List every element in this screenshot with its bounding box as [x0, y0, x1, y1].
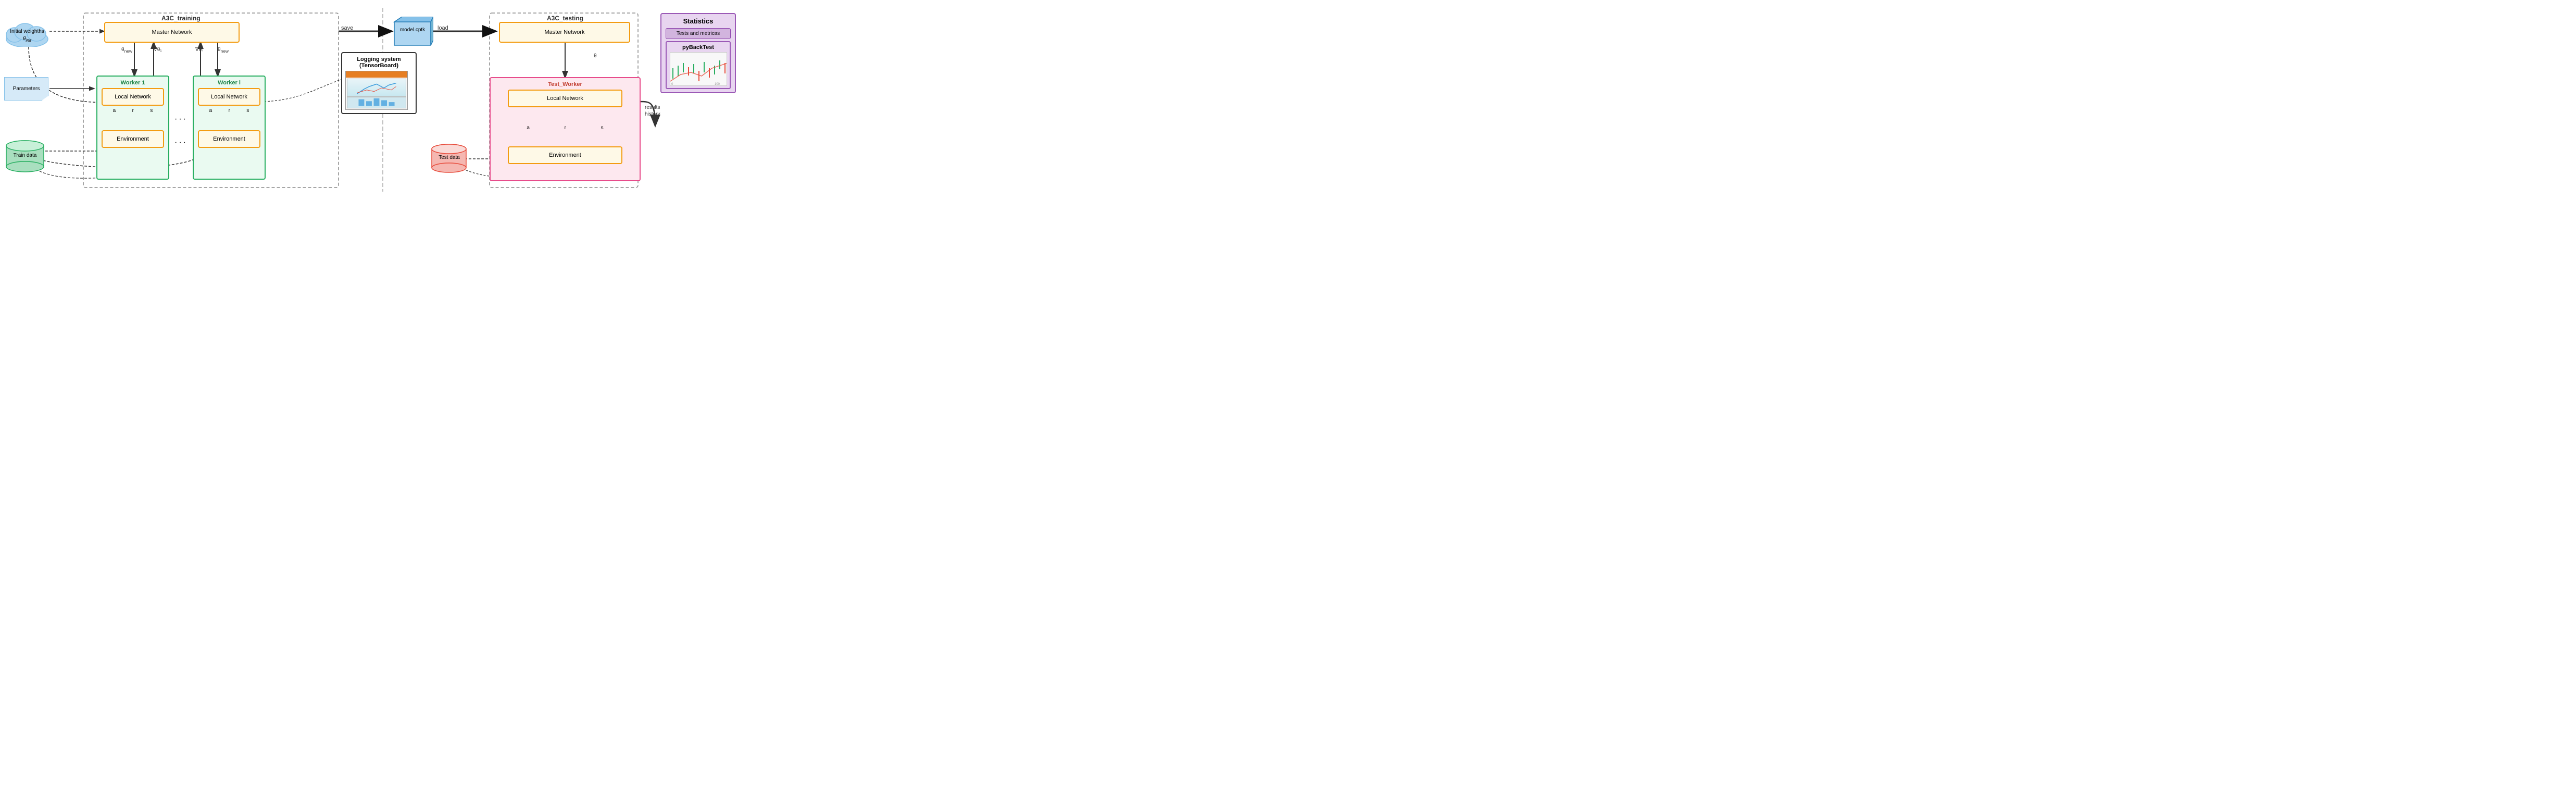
initial-weights-label: Initial weighths — [4, 29, 50, 34]
test-worker-label: Test_Worker — [494, 81, 636, 87]
ars-labels-test: a r s — [509, 125, 621, 131]
train-data-label: Train data — [4, 153, 46, 158]
model-cptk-label: model.cptk — [392, 27, 433, 33]
dots-2: ··· — [174, 138, 187, 147]
worker1-label: Worker 1 — [101, 80, 165, 86]
local-network-test: Local Network — [508, 90, 622, 107]
grad-theta1-label: ∇θ₁ — [154, 47, 162, 53]
s-label-i: s — [246, 108, 249, 114]
a-label-test: a — [527, 125, 530, 131]
environment-i: Environment — [198, 130, 260, 148]
a-label-1: a — [113, 108, 116, 114]
theta-label-right: θ — [594, 53, 597, 59]
worker-i-box: Worker i Local Network a r s Environment — [193, 76, 266, 180]
svg-text:100: 100 — [715, 83, 720, 86]
save-label: save — [341, 25, 353, 31]
statistics-title: Statistics — [666, 17, 731, 25]
test-data-label: Test data — [430, 155, 469, 160]
master-network-left: Master Network — [104, 22, 240, 43]
local-network-i: Local Network — [198, 88, 260, 106]
ars-labels-i: a r s — [201, 108, 257, 114]
test-worker-box: Test_Worker Local Network a r s Environm… — [490, 77, 641, 181]
dots-1: ··· — [174, 115, 187, 124]
pybacktest-chart: 0 100 — [670, 52, 727, 86]
train-data-node: Train data — [4, 138, 46, 177]
r-label-i: r — [229, 108, 230, 114]
main-diagram: A3C_training A3C_testing Initial weighth… — [0, 0, 644, 197]
s-label-test: s — [601, 125, 604, 131]
test-data-node: Test data — [430, 142, 469, 178]
training-title: A3C_training — [161, 15, 201, 22]
master-network-right: Master Network — [499, 22, 630, 43]
ars-labels-1: a r s — [105, 108, 161, 114]
parameters-node: Parameters — [4, 77, 48, 101]
local-network-1: Local Network — [102, 88, 164, 106]
parameters-label: Parameters — [13, 86, 40, 92]
load-label: load — [437, 25, 448, 31]
s-label-1: s — [150, 108, 153, 114]
worker-i-label: Worker i — [197, 80, 261, 86]
pybacktest-panel: pyBackTest — [666, 41, 731, 89]
initial-weights-theta: θinit — [4, 36, 50, 43]
initial-weights-node: Initial weighths θinit — [4, 13, 50, 49]
pybacktest-title: pyBackTest — [670, 44, 727, 51]
tests-metrics-box: Tests and metricas — [666, 28, 731, 39]
model-cptk-node: model.cptk — [392, 17, 433, 51]
results-history-label: resultshistory — [645, 104, 660, 118]
logging-title: Logging system (TensorBoard) — [345, 56, 412, 69]
logging-system-box: Logging system (TensorBoard) — [341, 52, 417, 114]
environment-test: Environment — [508, 146, 622, 164]
r-label-test: r — [565, 125, 566, 131]
environment-1: Environment — [102, 130, 164, 148]
a-label-i: a — [209, 108, 212, 114]
theta-new-label-2: θnew — [218, 47, 229, 54]
theta-new-label-1: θnew — [121, 47, 132, 54]
grad-thetai-label: ∇θᵢ — [195, 47, 203, 53]
worker1-box: Worker 1 Local Network a r s Environment — [96, 76, 169, 180]
testing-title: A3C_testing — [547, 15, 583, 22]
statistics-panel: Statistics Tests and metricas pyBackTest — [660, 13, 736, 93]
r-label-1: r — [132, 108, 134, 114]
logging-screenshot — [345, 71, 408, 110]
